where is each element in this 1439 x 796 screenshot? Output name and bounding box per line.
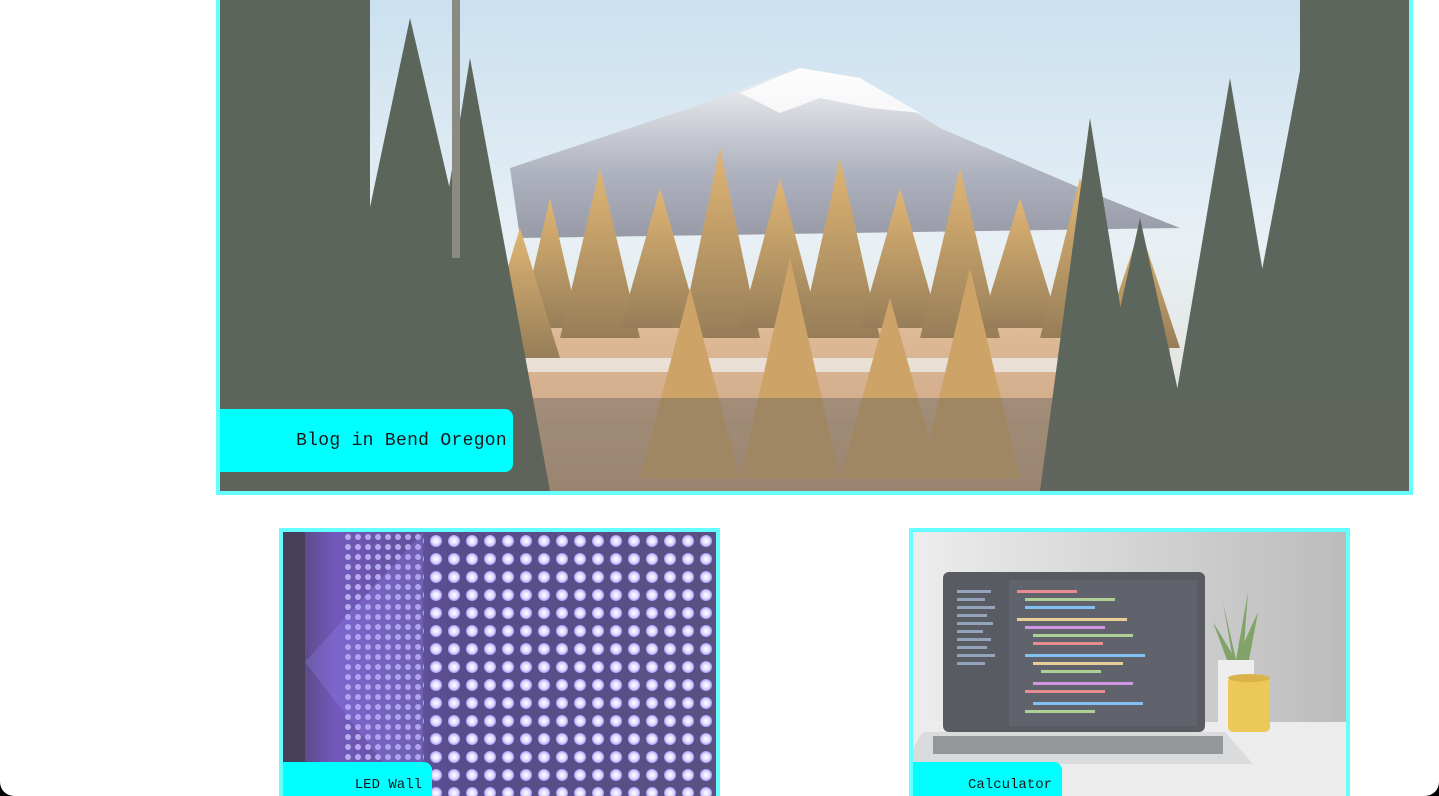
led-wall-image [283,532,716,796]
portfolio-page: Blog in Bend Oregon LED Wall Calculator [0,0,1439,796]
project-label-calculator[interactable]: Calculator [913,762,1062,796]
project-card-calculator[interactable]: Calculator [909,528,1350,796]
project-label-led-wall[interactable]: LED Wall [283,762,432,796]
laptop-code-image [913,532,1346,796]
featured-project-label[interactable]: Blog in Bend Oregon [220,409,513,472]
project-card-led-wall[interactable]: LED Wall [279,528,720,796]
featured-project-card[interactable]: Blog in Bend Oregon [216,0,1413,495]
